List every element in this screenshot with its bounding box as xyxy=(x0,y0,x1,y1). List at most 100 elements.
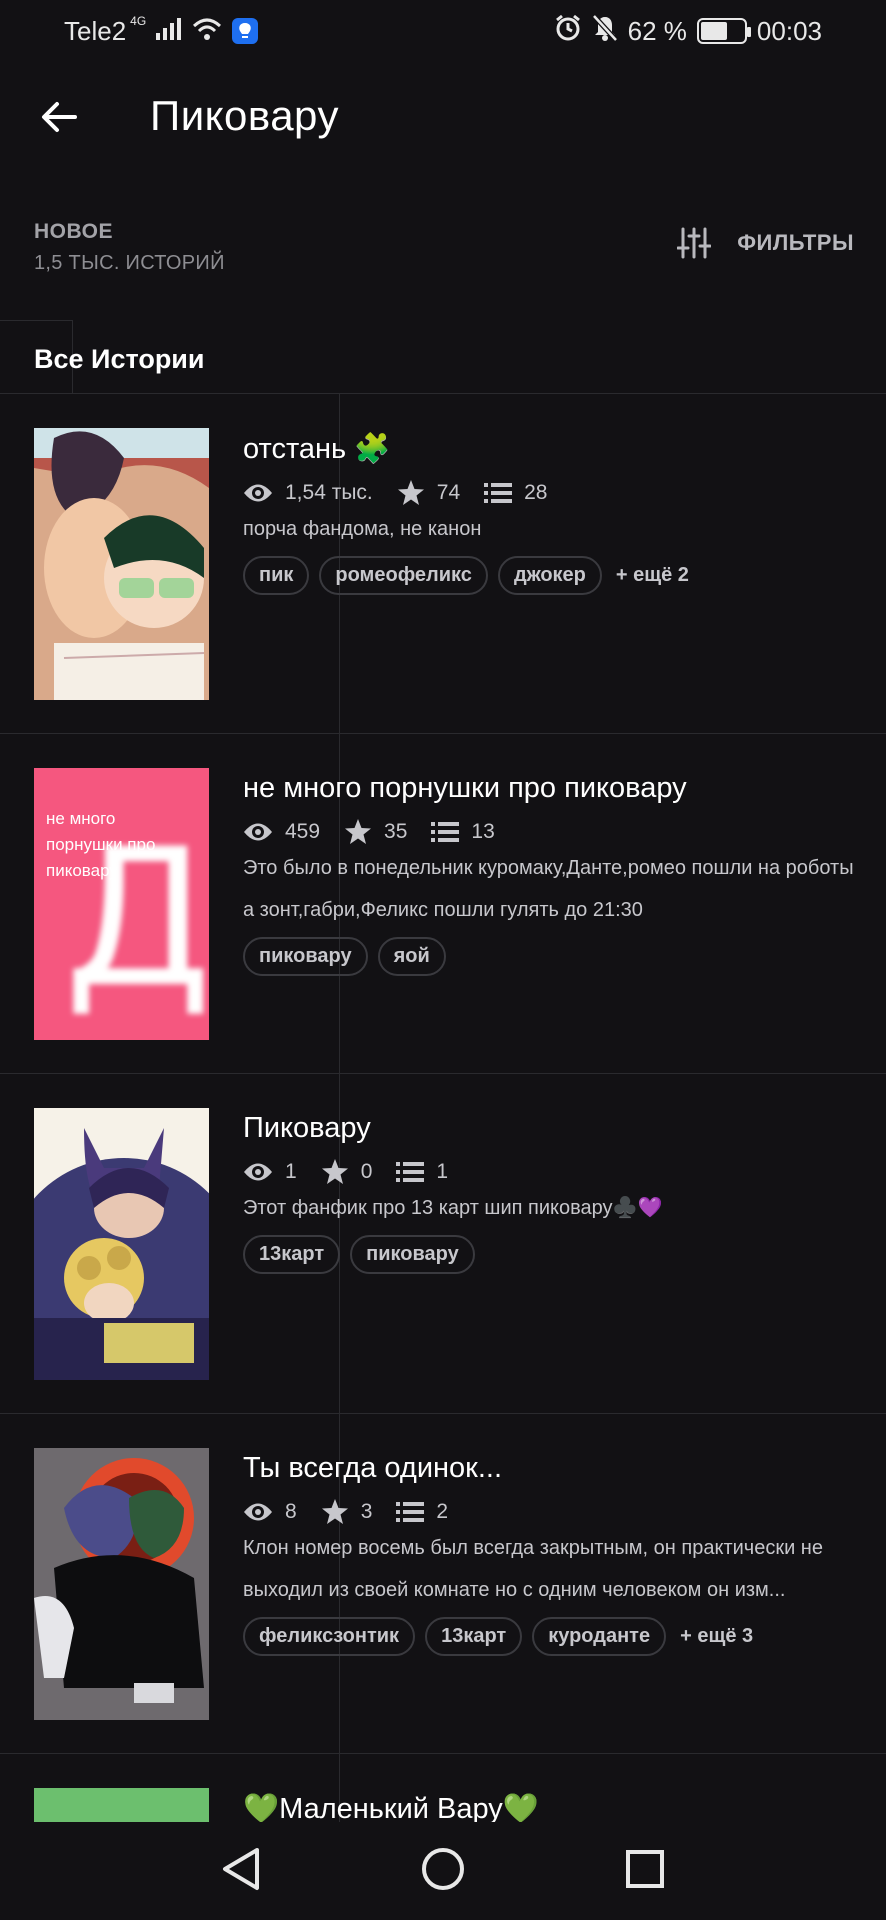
tag-list: пиковару яой xyxy=(243,937,866,976)
tag-chip[interactable]: джокер xyxy=(497,556,602,595)
story-description: порча фандома, не канон xyxy=(243,518,482,540)
eye-icon xyxy=(244,823,272,841)
story-body: 💚Маленький Вару💚 xyxy=(243,1792,866,1826)
page-title: Пиковару xyxy=(150,92,339,139)
carrier-label: Tele2 xyxy=(64,15,127,46)
triangle-back-icon xyxy=(223,1847,259,1890)
parts-stat: 13 xyxy=(431,820,495,844)
story-title[interactable]: 💚Маленький Вару💚 xyxy=(243,1792,866,1826)
story-card[interactable]: Пиковару 1 0 1 Этот фанфик про 13 карт ш… xyxy=(0,1073,886,1413)
story-body: отстань 🧩 1,54 тыс. 74 28 порча фандома,… xyxy=(243,432,866,595)
arrow-left-icon xyxy=(42,102,77,132)
tag-chip[interactable]: пик xyxy=(243,556,310,595)
tag-chip[interactable]: 13карт xyxy=(243,1235,341,1274)
vpn-icon xyxy=(232,18,259,44)
story-card[interactable]: Ты всегда одинок... 8 3 2 Клон номер вос… xyxy=(0,1413,886,1753)
battery-level xyxy=(700,22,727,40)
story-description: Клон номер восемь был всегда закрытным, … xyxy=(243,1537,823,1601)
list-icon xyxy=(484,483,513,503)
tag-list: пик ромеофеликс джокер + ещё 2 xyxy=(243,556,866,595)
votes-count: 35 xyxy=(384,820,408,843)
tag-chip[interactable]: ромеофеликс xyxy=(319,556,488,595)
tag-chip[interactable]: куроданте xyxy=(532,1617,667,1656)
views-stat: 1 xyxy=(243,1160,297,1184)
story-description: Это было в понедельник куромаку,Данте,ро… xyxy=(243,857,854,921)
story-cover[interactable] xyxy=(34,1108,209,1380)
tab-all-stories[interactable]: Все Истории xyxy=(34,344,205,375)
votes-count: 0 xyxy=(360,1160,373,1183)
eye-icon xyxy=(244,484,272,502)
status-left: Tele2 4G xyxy=(64,14,259,47)
more-tags[interactable]: + ещё 2 xyxy=(616,564,689,587)
parts-stat: 1 xyxy=(396,1160,448,1184)
story-cover[interactable] xyxy=(34,428,209,700)
nav-back-button[interactable] xyxy=(221,1847,261,1896)
network-type: 4G xyxy=(130,14,147,28)
star-icon xyxy=(321,1159,348,1184)
time-label: 00:03 xyxy=(756,15,822,46)
votes-stat: 0 xyxy=(321,1159,373,1185)
views-count: 459 xyxy=(285,820,321,843)
votes-count: 74 xyxy=(436,481,461,504)
votes-stat: 3 xyxy=(321,1499,373,1525)
votes-count: 3 xyxy=(360,1500,373,1523)
votes-stat: 35 xyxy=(344,819,407,845)
views-count: 1,54 тыс. xyxy=(285,481,373,504)
star-icon xyxy=(345,819,372,844)
story-stats: 459 35 13 xyxy=(243,819,866,845)
tag-chip[interactable]: яой xyxy=(377,937,446,976)
story-title[interactable]: отстань 🧩 xyxy=(243,432,866,466)
views-stat: 459 xyxy=(243,820,320,844)
story-body: Ты всегда одинок... 8 3 2 Клон номер вос… xyxy=(243,1452,866,1656)
story-card[interactable]: Д не много порнушки про пиковару не мног… xyxy=(0,733,886,1073)
story-title[interactable]: не много порнушки про пиковару xyxy=(243,772,866,805)
cover-text: не много порнушки про пиковару xyxy=(46,809,156,880)
wifi-icon xyxy=(192,16,222,47)
story-cover[interactable]: Д не много порнушки про пиковару xyxy=(34,768,209,1040)
parts-stat: 2 xyxy=(396,1500,448,1524)
app-header: Пиковару xyxy=(0,62,886,177)
views-count: 8 xyxy=(285,1500,297,1523)
tag-list: феликсзонтик 13карт куроданте + ещё 3 xyxy=(243,1617,866,1656)
more-tags[interactable]: + ещё 3 xyxy=(680,1625,753,1648)
circle-home-icon xyxy=(422,1847,464,1890)
eye-icon xyxy=(244,1163,272,1181)
list-icon xyxy=(396,1162,425,1182)
story-description: Этот фанфик про 13 карт шип пиковару♣️💜 xyxy=(243,1197,663,1219)
story-card[interactable]: отстань 🧩 1,54 тыс. 74 28 порча фандома,… xyxy=(0,393,886,734)
tag-chip[interactable]: пиковару xyxy=(243,937,368,976)
views-count: 1 xyxy=(285,1160,297,1183)
tag-chip[interactable]: феликсзонтик xyxy=(243,1617,416,1656)
system-nav-bar xyxy=(0,1822,886,1920)
status-right: 62 % 00:03 xyxy=(554,13,822,49)
story-title[interactable]: Ты всегда одинок... xyxy=(243,1452,866,1485)
parts-count: 1 xyxy=(436,1160,449,1183)
nav-recents-button[interactable] xyxy=(625,1849,665,1894)
battery-percent: 62 % xyxy=(627,15,687,46)
back-button[interactable] xyxy=(34,92,84,142)
votes-stat: 74 xyxy=(397,480,460,506)
story-cover[interactable] xyxy=(34,1788,209,1822)
list-icon xyxy=(396,1502,425,1522)
sliders-icon xyxy=(677,227,712,259)
eye-icon xyxy=(244,1503,272,1521)
nav-home-button[interactable] xyxy=(421,1847,465,1896)
filters-button[interactable]: ФИЛЬТРЫ xyxy=(677,226,854,260)
story-stats: 1,54 тыс. 74 28 xyxy=(243,480,866,506)
tag-chip[interactable]: 13карт xyxy=(425,1617,523,1656)
list-icon xyxy=(431,822,460,842)
views-stat: 8 xyxy=(243,1500,297,1524)
status-bar: Tele2 4G 62 % 00:03 xyxy=(0,0,886,62)
story-body: не много порнушки про пиковару 459 35 13… xyxy=(243,772,866,976)
story-list: отстань 🧩 1,54 тыс. 74 28 порча фандома,… xyxy=(0,393,886,1873)
story-title[interactable]: Пиковару xyxy=(243,1112,866,1145)
story-cover[interactable] xyxy=(34,1448,209,1720)
tag-chip[interactable]: пиковару xyxy=(350,1235,475,1274)
story-body: Пиковару 1 0 1 Этот фанфик про 13 карт ш… xyxy=(243,1112,866,1274)
parts-stat: 28 xyxy=(484,481,547,505)
parts-count: 28 xyxy=(524,481,548,504)
views-stat: 1,54 тыс. xyxy=(243,481,373,505)
battery-icon xyxy=(696,18,751,44)
story-stats: 8 3 2 xyxy=(243,1499,866,1525)
star-icon xyxy=(397,480,424,505)
